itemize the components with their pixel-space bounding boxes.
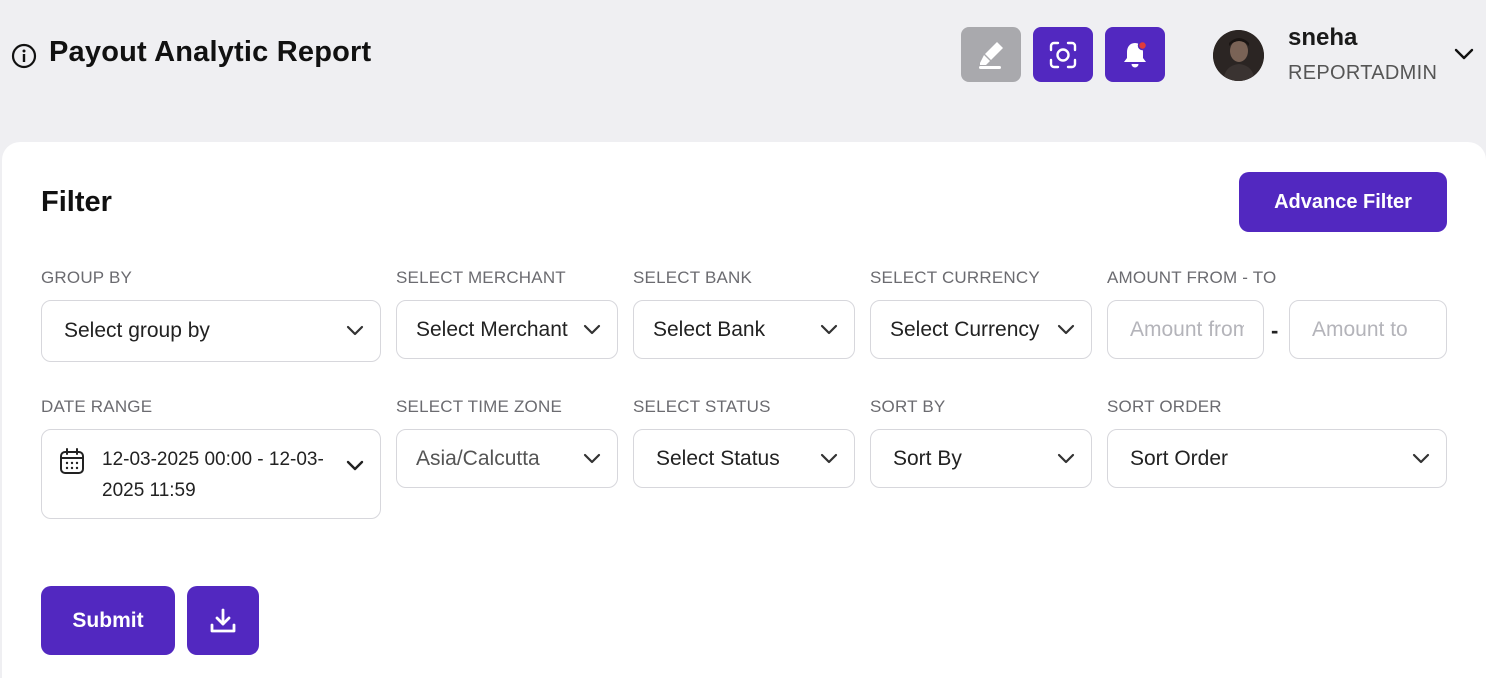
advance-filter-button[interactable]: Advance Filter [1239,172,1447,232]
user-role: REPORTADMIN [1288,62,1438,84]
download-button[interactable] [187,586,259,655]
amount-range-separator: - [1271,318,1279,343]
filter-title: Filter [41,186,112,218]
currency-label: SELECT CURRENCY [870,268,1040,287]
chevron-down-icon [583,324,601,334]
amount-to-placeholder: Amount to [1312,317,1408,341]
currency-select[interactable]: Select Currency [870,300,1092,359]
chevron-down-icon [1057,453,1075,463]
amount-from-placeholder: Amount from [1130,317,1244,341]
screen-capture-button[interactable] [1033,27,1093,82]
chevron-down-icon [820,453,838,463]
bank-select[interactable]: Select Bank [633,300,855,359]
notification-bell-icon [1124,40,1148,67]
page-title: Payout Analytic Report [49,36,372,68]
amount-to-input[interactable]: Amount to [1289,300,1447,359]
time-zone-select[interactable]: Asia/Calcutta [396,429,618,488]
submit-button[interactable]: Submit [41,586,175,655]
chevron-down-icon [583,453,601,463]
chevron-down-icon [346,460,364,471]
sort-by-label: SORT BY [870,397,946,416]
highlighter-button[interactable] [961,27,1021,82]
info-icon[interactable] [11,43,37,69]
sort-order-select[interactable]: Sort Order [1107,429,1447,488]
group-by-value: Select group by [64,319,210,342]
currency-value: Select Currency [890,317,1040,341]
merchant-label: SELECT MERCHANT [396,268,566,287]
chevron-down-icon[interactable] [1452,44,1476,64]
status-label: SELECT STATUS [633,397,771,416]
avatar[interactable] [1213,30,1264,81]
sort-by-select[interactable]: Sort By [870,429,1092,488]
date-range-value: 12-03-2025 00:00 - 12-03-2025 11:59 [102,449,324,501]
merchant-value: Select Merchant [416,317,568,341]
chevron-down-icon [346,325,364,336]
highlighter-icon [979,41,1003,69]
sort-by-value: Sort By [893,446,962,470]
merchant-select[interactable]: Select Merchant [396,300,618,359]
group-by-select[interactable]: Select group by [41,300,381,362]
top-header: Payout Analytic Report sneha REPORTADMIN [0,0,1486,112]
notifications-button[interactable] [1105,27,1165,82]
date-range-picker[interactable]: 12-03-2025 00:00 - 12-03-2025 11:59 [41,429,381,519]
download-icon [210,608,236,632]
user-avatar-image [1213,30,1264,81]
bank-label: SELECT BANK [633,268,753,287]
user-name: sneha [1288,24,1358,51]
bank-value: Select Bank [653,317,766,341]
time-zone-value: Asia/Calcutta [416,446,540,470]
sort-order-label: SORT ORDER [1107,397,1222,416]
chevron-down-icon [1057,324,1075,334]
sort-order-value: Sort Order [1130,446,1229,470]
time-zone-label: SELECT TIME ZONE [396,397,562,416]
chevron-down-icon [820,324,838,334]
screen-capture-icon [1049,41,1077,68]
group-by-label: GROUP BY [41,268,133,287]
status-value: Select Status [656,446,780,470]
chevron-down-icon [1412,453,1430,463]
amount-from-input[interactable]: Amount from [1107,300,1264,359]
calendar-icon [60,448,84,474]
amount-label: AMOUNT FROM - TO [1107,268,1277,287]
status-select[interactable]: Select Status [633,429,855,488]
date-range-label: DATE RANGE [41,397,153,416]
